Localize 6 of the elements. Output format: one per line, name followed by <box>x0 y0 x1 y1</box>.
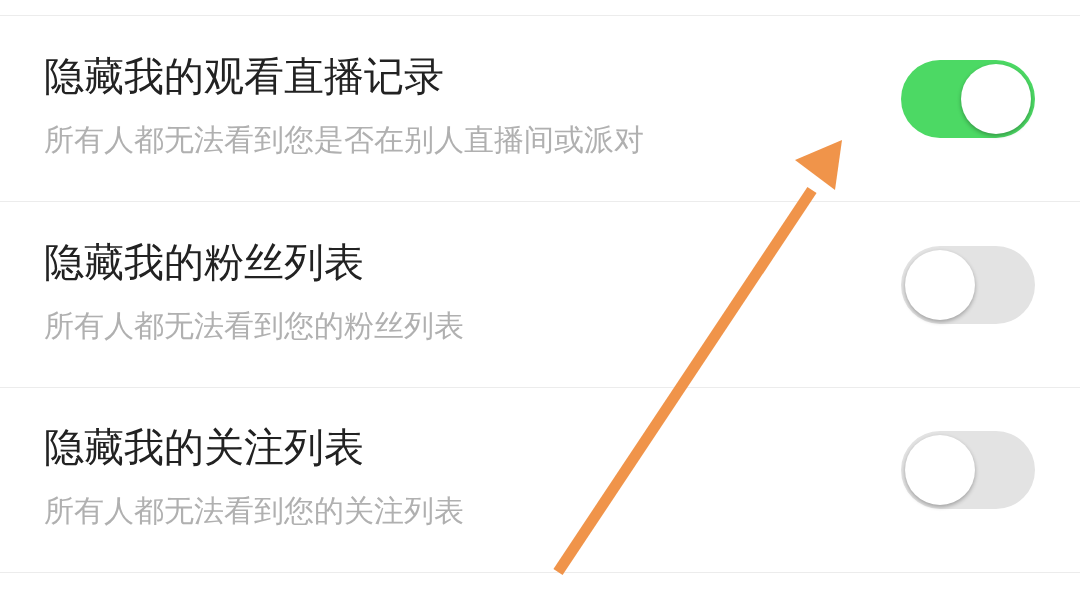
setting-title: 隐藏我的关注列表 <box>44 423 365 471</box>
setting-title: 隐藏我的观看直播记录 <box>44 51 445 100</box>
setting-description: 所有人都无法看到您的关注列表 <box>44 493 464 529</box>
setting-title: 隐藏我的粉丝列表 <box>44 237 365 286</box>
setting-description: 所有人都无法看到您是否在别人直播间或派对 <box>44 121 644 158</box>
setting-description: 所有人都无法看到您的粉丝列表 <box>44 307 464 344</box>
